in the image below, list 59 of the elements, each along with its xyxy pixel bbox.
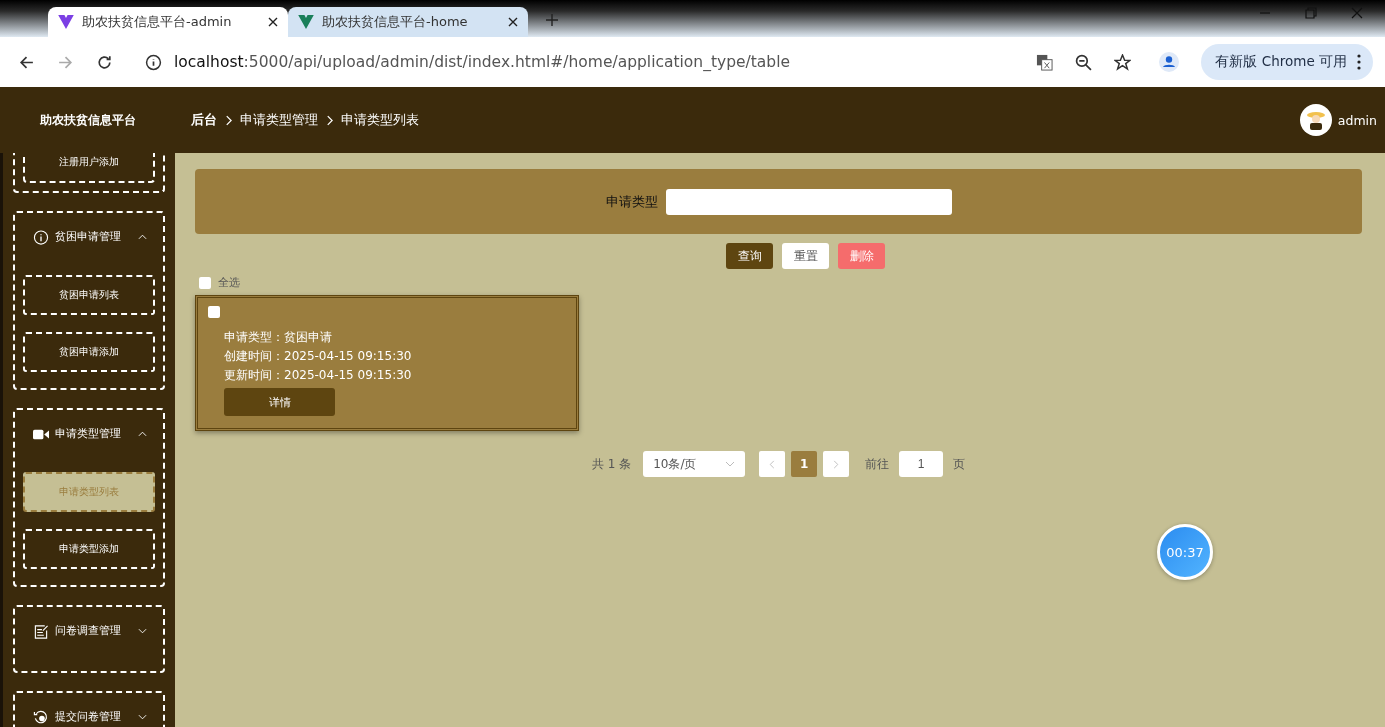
chevron-right-icon xyxy=(833,459,840,469)
chevron-left-icon xyxy=(769,459,776,469)
url-field[interactable]: localhost:5000/api/upload/admin/dist/index.html#/home/application_type/table xyxy=(174,53,1015,71)
browser-tab[interactable]: 助农扶贫信息平台-admin xyxy=(48,7,288,37)
breadcrumb-item[interactable]: 申请类型列表 xyxy=(341,111,419,129)
more-icon[interactable] xyxy=(1357,54,1361,70)
menu-group[interactable]: 申请类型管理 xyxy=(15,410,163,458)
page-number[interactable]: 1 xyxy=(791,451,818,477)
translate-icon[interactable] xyxy=(1036,53,1054,71)
card-field: 申请类型：贫困申请 xyxy=(224,330,566,345)
page-suffix: 页 xyxy=(953,455,966,473)
search-field[interactable] xyxy=(665,188,952,215)
reset-button[interactable]: 重置 xyxy=(782,243,829,269)
breadcrumb-item[interactable]: 后台 xyxy=(191,111,217,129)
app-logo: 助农扶贫信息平台 xyxy=(38,111,137,129)
info-icon xyxy=(33,229,49,245)
menu-item[interactable]: 贫困申请添加 xyxy=(23,332,155,372)
new-tab-icon[interactable] xyxy=(546,14,558,26)
star-icon[interactable] xyxy=(1114,53,1132,71)
page-input[interactable]: 1 xyxy=(899,451,944,477)
details-button[interactable]: 详情 xyxy=(224,388,335,416)
zoom-out-icon[interactable] xyxy=(1075,53,1093,71)
search-button[interactable]: 查询 xyxy=(726,243,773,269)
menu-group[interactable]: 提交问卷管理 xyxy=(15,693,163,727)
card-field: 更新时间：2025-04-15 09:15:30 xyxy=(224,368,566,383)
chevron-icon xyxy=(138,714,147,720)
timer-badge: 00:37 xyxy=(1157,524,1213,580)
checkbox[interactable] xyxy=(199,276,211,289)
menu-group[interactable]: 贫困申请管理 xyxy=(15,213,163,261)
chevron-icon xyxy=(225,114,232,126)
breadcrumb-item[interactable]: 申请类型管理 xyxy=(240,111,318,129)
info-icon[interactable] xyxy=(145,53,162,71)
chevron-icon xyxy=(138,431,147,437)
checkbox[interactable] xyxy=(208,306,220,318)
refresh-icon xyxy=(33,709,49,725)
menu-item[interactable]: 申请类型添加 xyxy=(23,529,155,569)
update-chrome-button[interactable]: 有新版 Chrome 可用 xyxy=(1201,44,1373,80)
field-label: 申请类型 xyxy=(605,192,658,211)
user-name[interactable]: admin xyxy=(1337,112,1377,128)
tab-title: 助农扶贫信息平台-home xyxy=(322,13,469,31)
close-icon[interactable] xyxy=(268,17,278,27)
browser-tab[interactable]: 助农扶贫信息平台-home xyxy=(288,7,528,37)
restore-icon[interactable] xyxy=(1305,7,1317,19)
card-field: 创建时间：2025-04-15 09:15:30 xyxy=(224,349,566,364)
total-count: 共 1 条 xyxy=(591,455,632,473)
reload-icon[interactable] xyxy=(96,53,113,71)
checkbox-label[interactable]: 全选 xyxy=(218,275,240,290)
chevron-icon xyxy=(138,234,147,240)
tab-title: 助农扶贫信息平台-admin xyxy=(82,13,233,31)
menu-item[interactable]: 贫困申请列表 xyxy=(23,275,155,315)
close-icon[interactable] xyxy=(508,17,518,27)
page-size-select[interactable]: 10条/页 xyxy=(643,451,746,477)
chevron-icon xyxy=(138,628,147,634)
chevron-icon xyxy=(725,461,736,467)
goto-label: 前往 xyxy=(865,455,890,473)
edit-icon xyxy=(33,623,49,639)
avatar-icon[interactable] xyxy=(1299,104,1332,136)
chevron-icon xyxy=(326,114,333,126)
profile-icon[interactable] xyxy=(1159,52,1180,72)
